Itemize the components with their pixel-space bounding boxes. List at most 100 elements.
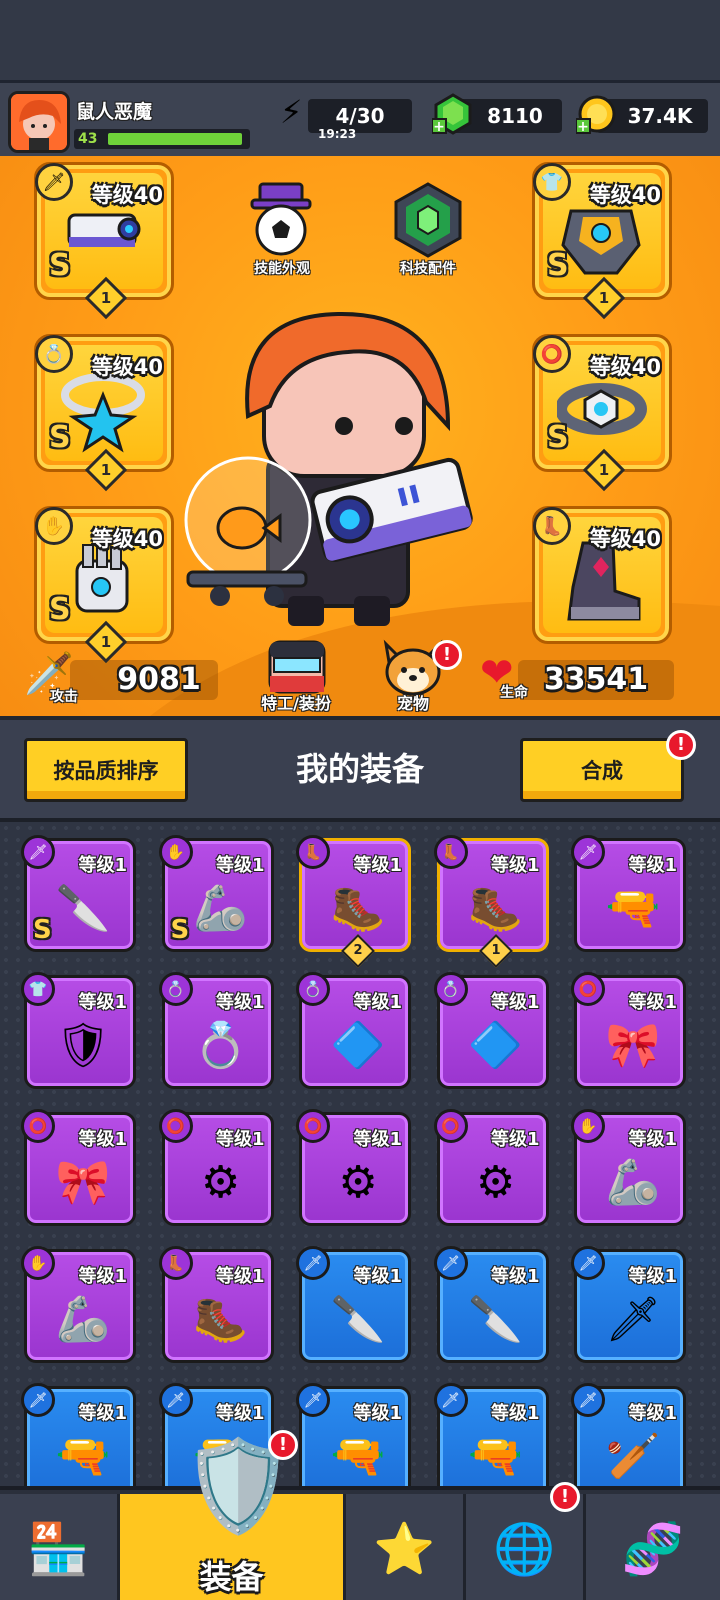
attack-label: 攻击 <box>50 689 78 705</box>
item-level: 等级1 <box>215 1266 265 1287</box>
inventory-item[interactable]: 👢 等级1 🥾 1 <box>433 835 549 968</box>
item-type-icon: ⭕ <box>433 1109 468 1143</box>
sort-by-quality-button[interactable]: 按品质排序 <box>24 738 188 802</box>
inventory-item[interactable]: 🗡 等级1 🔫 <box>571 835 686 952</box>
nav-tab-equipment[interactable]: 🛡️ 装备 <box>120 1434 346 1600</box>
nav-equipment-label: 装备 <box>199 1558 264 1596</box>
item-level: 等级1 <box>628 1403 677 1424</box>
energy-icon[interactable]: ⚡ <box>280 93 302 131</box>
inventory-item[interactable]: 🗡 等级1 🏏 <box>571 1383 686 1486</box>
inventory-item[interactable]: ⭕ 等级1 ⚙ <box>158 1109 274 1226</box>
item-grade: S <box>33 915 52 945</box>
left-gear-slot[interactable]: 💍 等级40 S 1 <box>34 334 174 492</box>
item-level: 等级1 <box>78 1403 127 1424</box>
nav-tab-gene[interactable]: 🧬 <box>586 1494 720 1600</box>
star-icon: ⭐ <box>373 1519 436 1578</box>
item-art-icon: 🔪 <box>55 883 111 934</box>
inventory-item[interactable]: 🗡 等级1 🔫 <box>21 1383 136 1486</box>
right-gear-slot[interactable]: ⭕ 等级40 S 1 <box>532 334 672 492</box>
item-type-icon: 🗡 <box>21 835 55 869</box>
inventory-item[interactable]: 👕 等级1 🛡 <box>21 972 136 1089</box>
inventory-item[interactable]: 🗡 等级1 🔪 <box>433 1246 549 1363</box>
gear-level: 等级40 <box>91 183 163 207</box>
item-level: 等级1 <box>490 992 540 1013</box>
item-art-icon: 🔫 <box>330 1431 386 1482</box>
item-type-icon: 💍 <box>433 972 468 1006</box>
agent-head-icon <box>268 640 326 694</box>
player-level: 43 <box>78 131 98 147</box>
gear-count: 1 <box>598 289 610 307</box>
item-count: 2 <box>353 943 363 958</box>
item-type-icon: ⭕ <box>21 1109 55 1143</box>
ring-icon: ⭕ <box>533 335 571 373</box>
item-art-icon: 🥾 <box>468 883 523 934</box>
item-type-icon: 🗡 <box>571 1383 605 1417</box>
inventory-item[interactable]: ⭕ 等级1 🎀 <box>571 972 686 1089</box>
item-level: 等级1 <box>78 1266 127 1287</box>
item-type-icon: 💍 <box>158 972 193 1006</box>
attack-stat-bar: 9081 <box>70 660 218 700</box>
skill-skin-button[interactable] <box>246 178 316 258</box>
inventory-item[interactable]: 🗡 等级1 🔫 <box>433 1383 549 1486</box>
item-type-icon: 🗡 <box>433 1246 468 1280</box>
inventory-item[interactable]: 💍 等级1 🔷 <box>433 972 549 1089</box>
gear-level: 等级40 <box>91 355 163 379</box>
item-level: 等级1 <box>628 1266 677 1287</box>
gear-count: 1 <box>598 461 610 479</box>
right-gear-slot[interactable]: 👢 等级40 <box>532 506 672 644</box>
item-type-icon: 👢 <box>433 835 468 869</box>
gear-level: 等级40 <box>589 527 661 551</box>
hp-stat-bar: 33541 <box>518 660 674 700</box>
item-level: 等级1 <box>215 1403 265 1424</box>
inventory-item[interactable]: ⭕ 等级1 ⚙ <box>296 1109 411 1226</box>
inventory-item[interactable]: ✋ 等级1 🦾 <box>21 1246 136 1363</box>
item-type-icon: 🗡 <box>433 1383 468 1417</box>
gem-icon[interactable]: + <box>431 93 474 135</box>
merge-alert-badge: ! <box>666 730 696 760</box>
pet-alert-badge: ! <box>432 640 462 670</box>
hero-character[interactable] <box>178 306 478 636</box>
svg-text:+: + <box>577 119 589 135</box>
player-avatar[interactable] <box>8 91 70 153</box>
inventory-item[interactable]: ✋ 等级1 🦾 <box>571 1109 686 1226</box>
item-art-icon: 💍 <box>193 1020 248 1071</box>
left-gear-slot[interactable]: ✋ 等级40 S 1 <box>34 506 174 664</box>
hp-label: 生命 <box>500 685 528 701</box>
item-level: 等级1 <box>353 1266 402 1287</box>
inventory-item[interactable]: 🗡 等级1 🗡 <box>571 1246 686 1363</box>
tech-parts-button[interactable] <box>390 180 466 260</box>
grade-badge: S <box>547 420 569 455</box>
item-level: 等级1 <box>78 992 127 1013</box>
inventory-item[interactable]: 👢 等级1 🥾 <box>158 1246 274 1363</box>
inventory-item[interactable]: 💍 等级1 🔷 <box>296 972 411 1089</box>
nav-tab-shop[interactable]: 🏪 <box>0 1494 120 1600</box>
left-gear-slot[interactable]: 🗡 等级40 S 1 <box>34 162 174 320</box>
inventory-item[interactable]: 🗡 等级1 🔫 <box>296 1383 411 1486</box>
gear-count: 1 <box>100 289 112 307</box>
item-art-icon: 🦾 <box>193 883 248 934</box>
inventory-item[interactable]: 🗡 等级1 🔪 S <box>21 835 136 952</box>
shop-icon: 🏪 <box>27 1519 90 1578</box>
agent-costume-button[interactable] <box>262 638 332 698</box>
inventory-item[interactable]: 🗡 等级1 🔪 <box>296 1246 411 1363</box>
inventory-item[interactable]: ✋ 等级1 🦾 S <box>158 835 274 952</box>
right-gear-slot[interactable]: 👕 等级40 S 1 <box>532 162 672 320</box>
hero-panel: 技能外观 科技配件 特工/装扮 ! 宠物 9081 🗡️ 攻击 33541 ❤ … <box>0 156 720 716</box>
inventory-item[interactable]: ⭕ 等级1 🎀 <box>21 1109 136 1226</box>
item-level: 等级1 <box>490 1403 540 1424</box>
item-level: 等级1 <box>353 1403 402 1424</box>
item-level: 等级1 <box>215 1129 265 1150</box>
item-art-icon: 🔫 <box>605 883 661 934</box>
item-art-icon: 🎀 <box>605 1020 661 1071</box>
inventory-item[interactable]: ⭕ 等级1 ⚙ <box>433 1109 549 1226</box>
nav-tab-talent[interactable]: ⭐ <box>346 1494 466 1600</box>
item-level: 等级1 <box>215 855 265 876</box>
item-art-icon: ⚙ <box>200 1156 241 1208</box>
attack-value: 9081 <box>117 662 201 697</box>
inventory-item[interactable]: 👢 等级1 🥾 2 <box>296 835 411 968</box>
merge-button[interactable]: 合成 <box>520 738 684 802</box>
equipment-title: 我的装备 <box>295 750 424 788</box>
xp-bar: 43 <box>74 129 250 149</box>
coin-icon[interactable]: + <box>575 93 618 135</box>
inventory-item[interactable]: 💍 等级1 💍 <box>158 972 274 1089</box>
